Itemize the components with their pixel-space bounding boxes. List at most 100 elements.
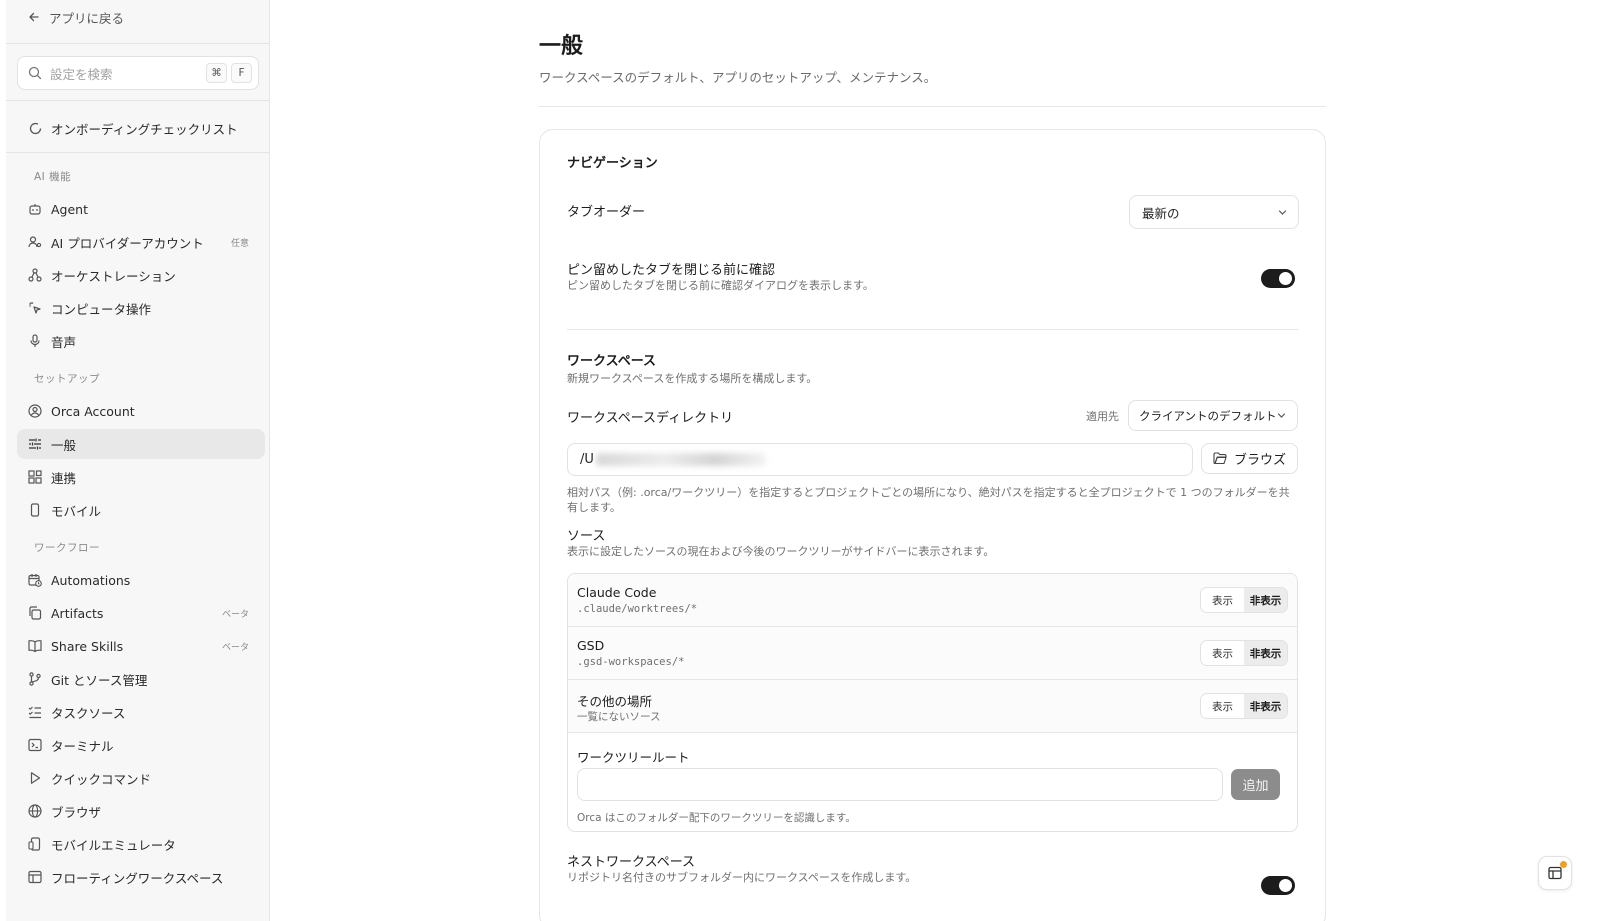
sidebar-item-mobile[interactable]: モバイル: [17, 495, 265, 525]
settings-sidebar: アプリに戻る 設定を検索 ⌘ F オンボーディングチェックリスト AI 機能 A…: [6, 0, 270, 921]
tab-order-select[interactable]: 最新の: [1129, 195, 1299, 229]
sidebar-item-browser[interactable]: ブラウザ: [17, 796, 265, 826]
visibility-toggle: 表示 非表示: [1200, 587, 1288, 613]
sidebar-item-orchestration[interactable]: オーケストレーション: [17, 260, 265, 290]
source-name: Claude Code: [577, 585, 657, 600]
header-divider: [539, 106, 1326, 107]
show-option[interactable]: 表示: [1201, 694, 1244, 718]
hide-option[interactable]: 非表示: [1244, 588, 1287, 612]
robot-icon: [28, 202, 42, 216]
workspace-desc: 新規ワークスペースを作成する場所を構成します。: [567, 372, 818, 385]
section-heading-ai: AI 機能: [34, 171, 72, 183]
sidebar-item-computer-use[interactable]: コンピュータ操作: [17, 293, 265, 323]
sidebar-item-integrations[interactable]: 連携: [17, 462, 265, 492]
worktree-root-help: Orca はこのフォルダー配下のワークツリーを認識します。: [577, 812, 856, 824]
sidebar-item-floating-workspace[interactable]: フローティングワークスペース: [17, 862, 265, 892]
show-option[interactable]: 表示: [1201, 588, 1244, 612]
section-heading-setup: セットアップ: [34, 373, 100, 385]
sidebar-item-voice[interactable]: 音声: [17, 326, 265, 356]
visibility-toggle: 表示 非表示: [1200, 640, 1288, 666]
sidebar-item-orca-account[interactable]: Orca Account: [17, 396, 265, 426]
section-divider: [567, 329, 1298, 330]
smartphone-icon: [28, 503, 42, 517]
sidebar-item-label: Share Skills: [51, 638, 124, 654]
back-to-app-link[interactable]: アプリに戻る: [28, 8, 124, 26]
show-option[interactable]: 表示: [1201, 641, 1244, 665]
sliders-icon: [28, 437, 42, 451]
sidebar-item-label: Git とソース管理: [51, 672, 148, 688]
search-placeholder: 設定を検索: [50, 66, 113, 82]
nested-workspace-label: ネストワークスペース: [567, 855, 696, 870]
browse-button[interactable]: ブラウズ: [1201, 443, 1298, 474]
search-icon: [28, 66, 42, 80]
sidebar-item-terminal[interactable]: ターミナル: [17, 730, 265, 760]
pointer-click-icon: [28, 301, 42, 315]
sidebar-item-label: ブラウザ: [51, 804, 102, 820]
sidebar-item-artifacts[interactable]: Artifacts ベータ: [17, 598, 265, 628]
source-path: 一覧にないソース: [577, 711, 661, 723]
worktree-root-label: ワークツリールート: [577, 750, 690, 765]
source-row: Claude Code .claude/worktrees/* 表示 非表示: [568, 574, 1297, 627]
source-row: GSD .gsd-workspaces/* 表示 非表示: [568, 627, 1297, 680]
navigation-heading: ナビゲーション: [567, 156, 658, 171]
section-heading-workflow: ワークフロー: [34, 542, 100, 554]
sidebar-divider: [6, 152, 269, 153]
workspace-dir-input[interactable]: /U: [567, 443, 1193, 476]
pin-confirm-toggle[interactable]: [1261, 269, 1295, 288]
sidebar-item-mobile-emulator[interactable]: モバイルエミュレータ: [17, 829, 265, 859]
user-circle-icon: [28, 404, 42, 418]
sidebar-item-label: Orca Account: [51, 403, 135, 419]
layout-icon: [28, 870, 42, 884]
apply-to-select[interactable]: クライアントのデフォルト: [1128, 400, 1298, 431]
source-name: GSD: [577, 638, 605, 653]
user-key-icon: [28, 235, 42, 249]
page-subtitle: ワークスペースのデフォルト、アプリのセットアップ、メンテナンス。: [539, 70, 937, 85]
floating-panel-button[interactable]: [1538, 856, 1572, 890]
sidebar-item-automations[interactable]: Automations: [17, 565, 265, 595]
sidebar-divider: [6, 43, 269, 44]
add-root-button[interactable]: 追加: [1231, 769, 1280, 800]
sidebar-item-quick-commands[interactable]: クイックコマンド: [17, 763, 265, 793]
chevron-down-icon: [1277, 413, 1286, 418]
page-title: 一般: [539, 34, 584, 59]
git-branch-icon: [28, 672, 42, 686]
browse-label: ブラウズ: [1233, 453, 1286, 468]
sources-desc: 表示に設定したソースの現在および今後のワークツリーがサイドバーに表示されます。: [567, 545, 995, 558]
settings-card: ナビゲーション タブオーダー 最新の ピン留めしたタブを閉じる前に確認 ピン留め…: [539, 129, 1326, 921]
hide-option[interactable]: 非表示: [1244, 694, 1287, 718]
worktree-root-input[interactable]: [577, 768, 1223, 801]
play-icon: [28, 771, 42, 785]
sidebar-item-share-skills[interactable]: Share Skills ベータ: [17, 631, 265, 661]
terminal-icon: [28, 738, 42, 752]
sidebar-item-onboarding[interactable]: オンボーディングチェックリスト: [17, 113, 265, 143]
book-icon: [28, 639, 42, 653]
sidebar-item-general[interactable]: 一般: [17, 429, 265, 459]
settings-search-input[interactable]: 設定を検索 ⌘ F: [17, 56, 259, 90]
sidebar-item-label: 連携: [51, 470, 77, 486]
sidebar-item-agent[interactable]: Agent: [17, 194, 265, 224]
source-path: .claude/worktrees/*: [577, 603, 698, 615]
sidebar-item-task-sources[interactable]: タスクソース: [17, 697, 265, 727]
optional-badge: 任意: [230, 238, 249, 249]
copy-icon: [28, 606, 42, 620]
apply-to-label: 適用先: [1086, 410, 1119, 423]
source-path: .gsd-workspaces/*: [577, 656, 685, 668]
visibility-toggle: 表示 非表示: [1200, 693, 1288, 719]
list-checks-icon: [28, 705, 42, 719]
sidebar-item-label: ターミナル: [51, 738, 114, 754]
sidebar-item-label: モバイルエミュレータ: [51, 837, 176, 853]
redacted-path: [595, 453, 766, 466]
tab-order-value: 最新の: [1142, 205, 1180, 221]
sources-heading: ソース: [567, 529, 606, 544]
sidebar-item-label: Artifacts: [51, 605, 104, 621]
chevron-down-icon: [1278, 209, 1287, 215]
hide-option[interactable]: 非表示: [1244, 641, 1287, 665]
shortcut-cmd-key: ⌘: [206, 63, 227, 83]
sidebar-item-label: モバイル: [51, 503, 102, 519]
sidebar-item-git[interactable]: Git とソース管理: [17, 664, 265, 694]
sources-table: Claude Code .claude/worktrees/* 表示 非表示 G…: [567, 573, 1298, 832]
nested-workspace-toggle[interactable]: [1261, 876, 1295, 895]
sidebar-item-ai-provider[interactable]: AI プロバイダーアカウント 任意: [17, 227, 265, 257]
arrow-left-icon: [29, 12, 39, 22]
workspace-dir-help: 相対パス（例: .orca/ワークツリー）を指定するとプロジェクトごとの場所にな…: [567, 486, 1290, 514]
